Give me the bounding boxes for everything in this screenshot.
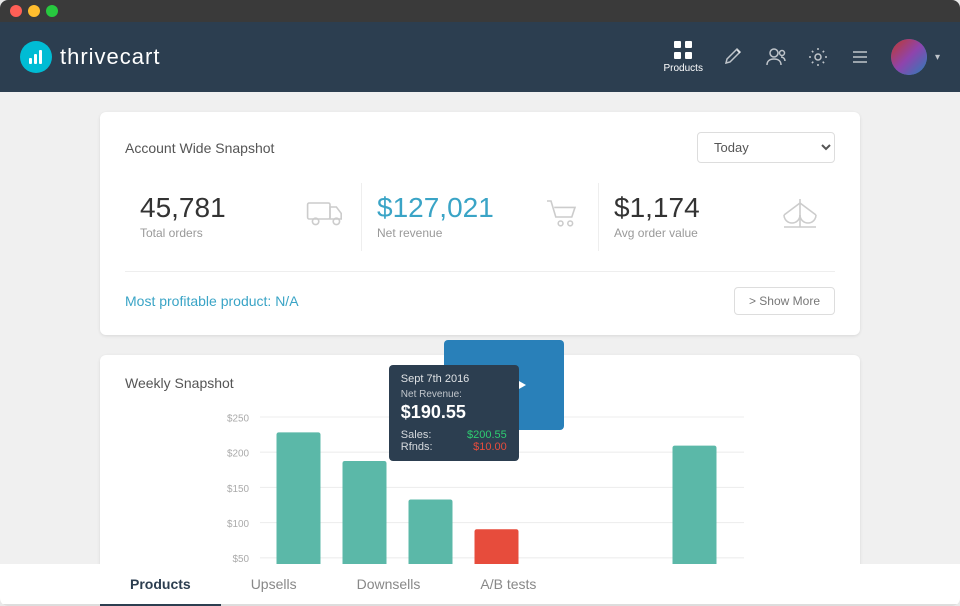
- avatar-caret: ▾: [935, 52, 940, 63]
- avatar[interactable]: [891, 39, 927, 75]
- tab-upsells[interactable]: Upsells: [221, 564, 327, 606]
- show-more-button[interactable]: > Show More: [734, 287, 835, 315]
- nav-users-btn[interactable]: [765, 46, 787, 68]
- tabs-row: Products Upsells Downsells A/B tests: [0, 564, 960, 606]
- truck-icon: [306, 193, 346, 241]
- svg-text:$150: $150: [227, 484, 250, 495]
- stat-avg: $1,174 Avg order value: [599, 183, 835, 251]
- app-window: thrivecart Products: [0, 0, 960, 606]
- nav-item-products[interactable]: Products: [664, 40, 703, 74]
- tooltip-date: Sept 7th 2016: [401, 373, 507, 385]
- snapshot-title: Account Wide Snapshot: [125, 140, 274, 156]
- tooltip-sales-line: Sales: $200.55: [401, 429, 507, 441]
- stat-revenue: $127,021 Net revenue: [362, 183, 599, 251]
- revenue-label: Net revenue: [377, 226, 494, 240]
- nav-settings-btn[interactable]: [849, 46, 871, 68]
- nav-icons: Products: [664, 39, 941, 75]
- profit-text: Most profitable product: N/A: [125, 293, 299, 309]
- title-bar: [0, 0, 960, 22]
- cart-icon: [543, 193, 583, 241]
- main-content: Account Wide Snapshot Today Yesterday La…: [0, 92, 960, 564]
- tooltip-revenue-value: $190.55: [401, 402, 507, 423]
- stat-orders: 45,781 Total orders: [125, 183, 362, 251]
- svg-text:$100: $100: [227, 519, 250, 530]
- revenue-value: $127,021: [377, 194, 494, 222]
- logo-text: thrivecart: [60, 44, 160, 70]
- logo-icon: [20, 41, 52, 73]
- svg-text:$50: $50: [232, 554, 249, 564]
- scale-icon: [780, 193, 820, 241]
- profit-row: Most profitable product: N/A > Show More: [125, 271, 835, 315]
- logo-area: thrivecart: [20, 41, 664, 73]
- sales-label: Sales:: [401, 429, 432, 441]
- close-dot[interactable]: [10, 5, 22, 17]
- tab-downsells[interactable]: Downsells: [327, 564, 451, 606]
- stats-row: 45,781 Total orders $127,021: [125, 183, 835, 251]
- maximize-dot[interactable]: [46, 5, 58, 17]
- user-menu[interactable]: ▾: [891, 39, 940, 75]
- refunds-label: Rfnds:: [401, 441, 433, 453]
- orders-value: 45,781: [140, 194, 226, 222]
- tab-products[interactable]: Products: [100, 564, 221, 606]
- profit-value: N/A: [275, 293, 298, 309]
- weekly-section: Weekly Snapshot Sept 7th 2016 Net Revenu…: [100, 355, 860, 564]
- date-select[interactable]: Today Yesterday Last 7 days Last 30 days: [697, 132, 835, 163]
- navbar: thrivecart Products: [0, 22, 960, 92]
- minimize-dot[interactable]: [28, 5, 40, 17]
- tab-ab-tests[interactable]: A/B tests: [450, 564, 566, 606]
- chart-tooltip: Sept 7th 2016 Net Revenue: $190.55 Sales…: [389, 365, 519, 461]
- nav-gear2-btn[interactable]: [807, 46, 829, 68]
- avg-value: $1,174: [614, 194, 700, 222]
- refunds-value: $10.00: [473, 441, 507, 453]
- snapshot-header: Account Wide Snapshot Today Yesterday La…: [125, 132, 835, 163]
- svg-text:$200: $200: [227, 449, 250, 460]
- sales-value: $200.55: [467, 429, 507, 441]
- tooltip-revenue-label: Net Revenue:: [401, 389, 507, 400]
- nav-edit-btn[interactable]: [723, 46, 745, 68]
- orders-label: Total orders: [140, 226, 226, 240]
- svg-text:$250: $250: [227, 413, 250, 424]
- snapshot-card: Account Wide Snapshot Today Yesterday La…: [100, 112, 860, 335]
- nav-products-label: Products: [664, 63, 703, 74]
- avg-label: Avg order value: [614, 226, 700, 240]
- tooltip-refunds-line: Rfnds: $10.00: [401, 441, 507, 453]
